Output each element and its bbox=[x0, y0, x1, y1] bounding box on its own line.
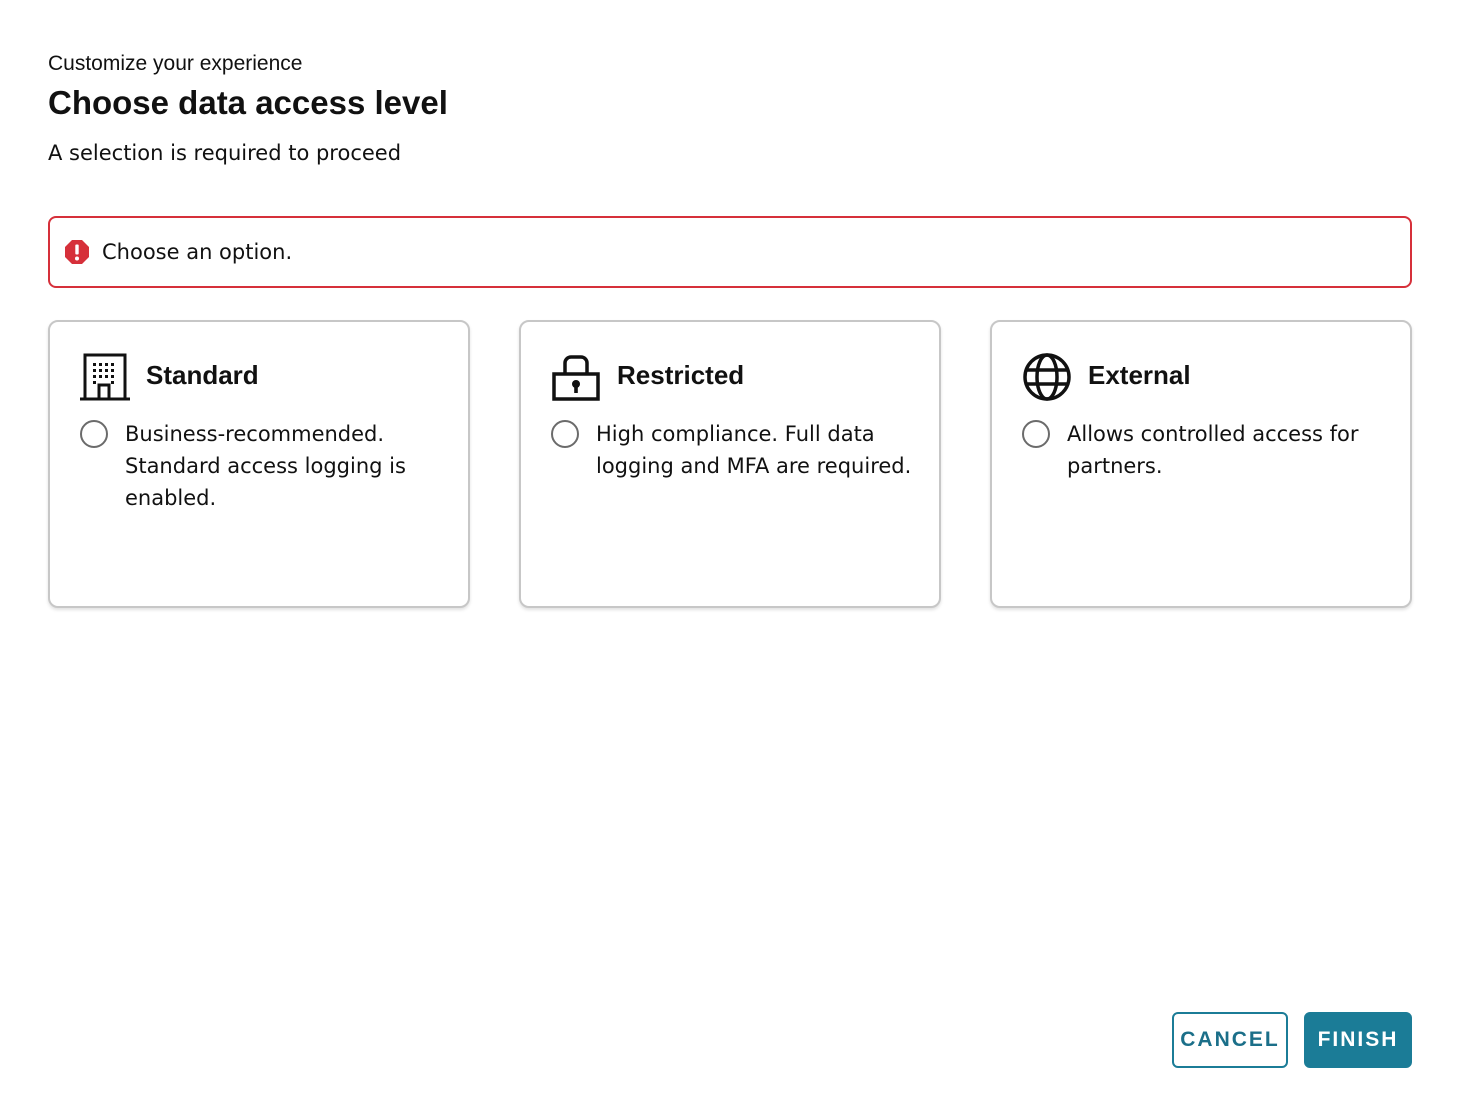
finish-button[interactable]: FINISH bbox=[1304, 1012, 1412, 1068]
error-alert: Choose an option. bbox=[48, 216, 1412, 288]
error-alert-message: Choose an option. bbox=[102, 240, 293, 264]
cancel-button[interactable]: CANCEL bbox=[1172, 1012, 1288, 1068]
page-subtitle: A selection is required to proceed bbox=[48, 141, 402, 165]
option-title: Standard bbox=[146, 360, 259, 390]
option-title: Restricted bbox=[617, 360, 745, 390]
radio-button[interactable] bbox=[1022, 420, 1050, 448]
padlock-icon bbox=[551, 352, 601, 402]
radio-button[interactable] bbox=[551, 420, 579, 448]
option-card-restricted[interactable]: Restricted High compliance. Full data lo… bbox=[519, 320, 941, 608]
radio-button[interactable] bbox=[80, 420, 108, 448]
option-description: High compliance. Full data logging and M… bbox=[596, 422, 912, 478]
option-title: External bbox=[1088, 360, 1191, 390]
globe-icon bbox=[1022, 352, 1072, 402]
eyebrow-text: Customize your experience bbox=[48, 52, 303, 75]
option-cards: Standard Business-recommended. Standard … bbox=[48, 320, 1412, 608]
option-card-standard[interactable]: Standard Business-recommended. Standard … bbox=[48, 320, 470, 608]
building-icon bbox=[80, 352, 130, 402]
option-description: Business-recommended. Standard access lo… bbox=[125, 422, 406, 510]
page-title: Choose data access level bbox=[48, 84, 448, 121]
option-card-external[interactable]: External Allows controlled access for pa… bbox=[990, 320, 1412, 608]
option-description: Allows controlled access for partners. bbox=[1067, 422, 1359, 478]
error-octagon-icon bbox=[64, 239, 90, 265]
